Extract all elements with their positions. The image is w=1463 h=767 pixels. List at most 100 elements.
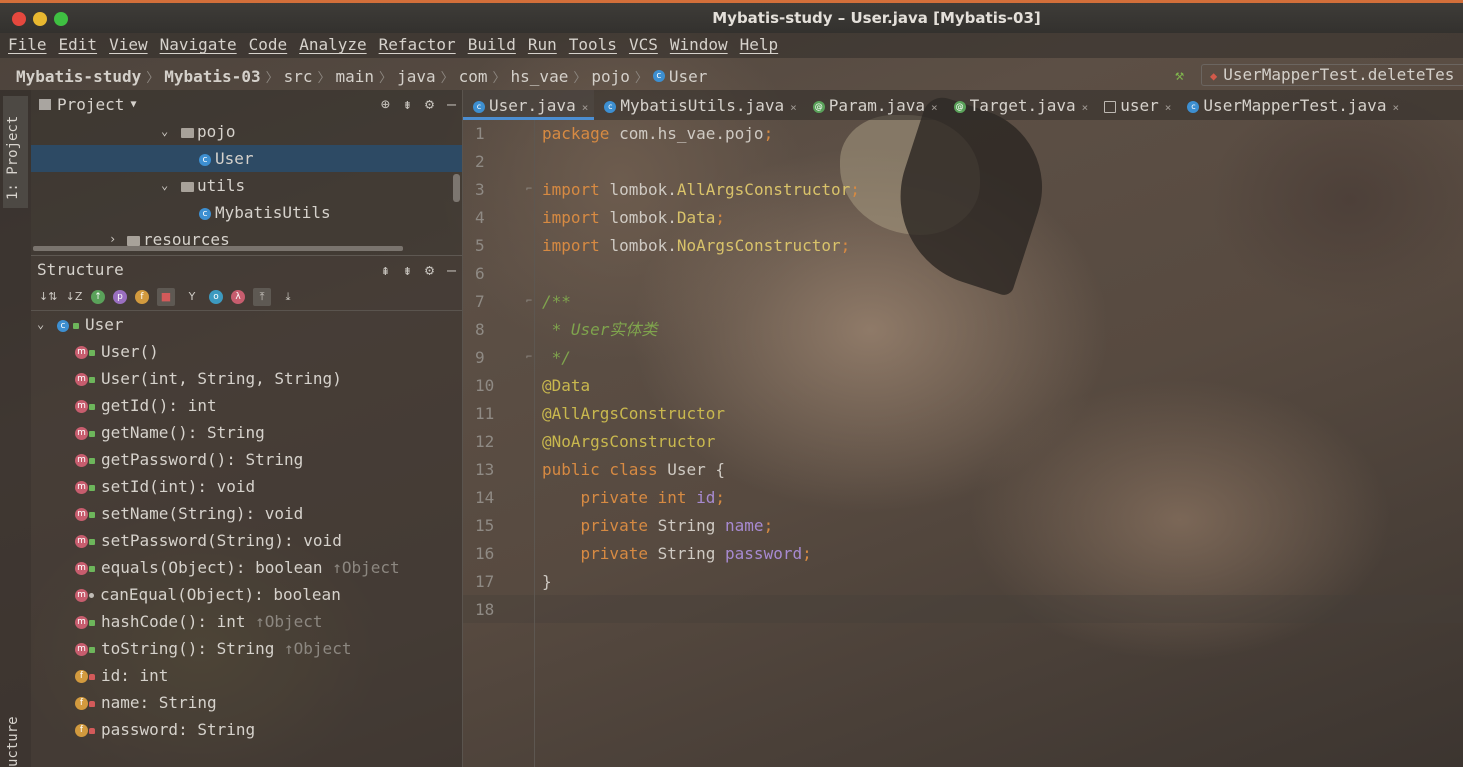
- editor-tab[interactable]: c User.java ×: [463, 90, 595, 120]
- breadcrumb-item[interactable]: com: [459, 67, 488, 86]
- locate-target-icon[interactable]: ⊕: [381, 95, 390, 113]
- project-horizontal-scrollbar[interactable]: [33, 246, 403, 251]
- show-toolbar-icon[interactable]: o: [209, 289, 223, 304]
- structure-member[interactable]: m canEqual(Object): boolean: [31, 581, 462, 608]
- structure-root[interactable]: ⌄ c User: [31, 311, 462, 338]
- sort-by-visibility-icon[interactable]: ↓⇅: [39, 288, 57, 306]
- settings-gear-icon[interactable]: ⚙: [425, 261, 434, 279]
- autoscroll-to-source-icon[interactable]: ⤒: [253, 287, 271, 306]
- run-configuration-selector[interactable]: ◆ UserMapperTest.deleteTes: [1201, 64, 1463, 86]
- code-token: package: [542, 124, 620, 143]
- structure-member[interactable]: m toString(): String ↑Object: [31, 635, 462, 662]
- editor-tab-label: User.java: [489, 96, 576, 115]
- menu-item-navigate[interactable]: Navigate: [160, 33, 237, 58]
- line-number: 18: [475, 600, 495, 619]
- chevron-down-icon[interactable]: ⌄: [161, 172, 168, 199]
- structure-member[interactable]: m setId(int): void: [31, 473, 462, 500]
- chevron-down-icon[interactable]: ▼: [130, 99, 136, 110]
- show-non-public-icon[interactable]: ■: [157, 287, 175, 306]
- build-hammer-icon[interactable]: ⚒: [1175, 66, 1184, 84]
- menu-item-code[interactable]: Code: [249, 33, 288, 58]
- breadcrumb-item[interactable]: java: [397, 67, 436, 86]
- line-number-gutter: 1 2 3 4 5 6 7 8 9 10 11 12 13 14 15 16 17 18 ⌐ ⌐ ⌐: [463, 120, 535, 767]
- fold-marker-icon[interactable]: ⌐: [526, 352, 532, 363]
- menu-item-edit[interactable]: Edit: [59, 33, 98, 58]
- menu-item-file[interactable]: File: [8, 33, 47, 58]
- editor-tab[interactable]: @ Target.java ×: [944, 90, 1095, 120]
- menu-item-vcs[interactable]: VCS: [629, 33, 658, 58]
- breadcrumb-separator-icon: 〉: [440, 70, 454, 86]
- project-tool-tab-label[interactable]: 1: Project: [5, 116, 21, 200]
- fold-marker-icon[interactable]: ⌐: [526, 184, 532, 195]
- show-fields-icon[interactable]: f: [135, 289, 149, 304]
- project-tree-item[interactable]: c User: [31, 145, 462, 172]
- show-anonymous-icon[interactable]: Y: [183, 288, 201, 306]
- menu-item-analyze[interactable]: Analyze: [299, 33, 366, 58]
- structure-member[interactable]: m setName(String): void: [31, 500, 462, 527]
- menu-item-tools[interactable]: Tools: [569, 33, 617, 58]
- breadcrumb-item[interactable]: src: [284, 67, 313, 86]
- close-tab-icon[interactable]: ×: [931, 101, 938, 114]
- breadcrumb-item[interactable]: main: [336, 67, 375, 86]
- menu-item-help[interactable]: Help: [740, 33, 779, 58]
- project-view-selector[interactable]: Project: [57, 95, 124, 114]
- structure-member[interactable]: m getName(): String: [31, 419, 462, 446]
- private-visibility-icon: [89, 700, 95, 707]
- expand-all-icon[interactable]: ⇞: [381, 261, 390, 279]
- show-lambdas-icon[interactable]: λ: [231, 289, 245, 304]
- structure-tool-tab-label[interactable]: ucture: [5, 716, 21, 767]
- show-properties-icon[interactable]: p: [113, 289, 127, 304]
- close-tab-icon[interactable]: ×: [582, 101, 589, 114]
- editor-tab[interactable]: c UserMapperTest.java ×: [1177, 90, 1405, 120]
- table-icon: [1104, 100, 1117, 113]
- collapse-all-icon[interactable]: ⇟: [403, 261, 412, 279]
- autoscroll-from-source-icon[interactable]: ⤓: [279, 288, 297, 306]
- sort-alphabetically-icon[interactable]: ↓Z: [65, 288, 83, 306]
- project-tree-item[interactable]: ⌄ utils: [31, 172, 462, 199]
- project-tree-item[interactable]: c MybatisUtils: [31, 199, 462, 226]
- close-tab-icon[interactable]: ×: [1392, 101, 1399, 114]
- editor-tab[interactable]: @ Param.java ×: [803, 90, 944, 120]
- structure-member[interactable]: f password: String: [31, 716, 462, 743]
- settings-gear-icon[interactable]: ⚙: [425, 95, 434, 113]
- close-tab-icon[interactable]: ×: [1165, 101, 1172, 114]
- project-tree-item-content: utils: [181, 172, 245, 199]
- structure-member[interactable]: m User(): [31, 338, 462, 365]
- project-tree-item[interactable]: ⌄ pojo: [31, 118, 462, 145]
- menu-item-build[interactable]: Build: [468, 33, 516, 58]
- breadcrumb-item[interactable]: Mybatis-study: [16, 67, 141, 86]
- show-inherited-icon[interactable]: ↑: [91, 289, 105, 304]
- structure-member[interactable]: f name: String: [31, 689, 462, 716]
- menu-item-refactor[interactable]: Refactor: [379, 33, 456, 58]
- structure-member[interactable]: m getPassword(): String: [31, 446, 462, 473]
- breadcrumb-item[interactable]: Mybatis-03: [164, 67, 260, 86]
- hide-panel-icon[interactable]: —: [447, 95, 456, 113]
- project-vertical-scrollbar[interactable]: [453, 174, 460, 202]
- structure-member[interactable]: m hashCode(): int ↑Object: [31, 608, 462, 635]
- run-config-label: UserMapperTest.deleteTes: [1223, 65, 1455, 84]
- breadcrumb-item[interactable]: hs_vae: [511, 67, 569, 86]
- chevron-down-icon[interactable]: ⌄: [161, 118, 168, 145]
- collapse-all-icon[interactable]: ⇟: [403, 95, 412, 113]
- editor-tab[interactable]: c MybatisUtils.java ×: [594, 90, 802, 120]
- breadcrumb-item[interactable]: pojo: [591, 67, 630, 86]
- chevron-down-icon[interactable]: ⌄: [37, 311, 44, 338]
- structure-member[interactable]: m getId(): int: [31, 392, 462, 419]
- menu-item-run[interactable]: Run: [528, 33, 557, 58]
- hide-panel-icon[interactable]: —: [447, 261, 456, 279]
- structure-member[interactable]: m User(int, String, String): [31, 365, 462, 392]
- code-editor[interactable]: package com.hs_vae.pojo; import lombok.Al…: [542, 120, 860, 624]
- breadcrumb-item[interactable]: User: [669, 67, 708, 86]
- code-line: /**: [542, 288, 860, 316]
- menu-item-view[interactable]: View: [109, 33, 148, 58]
- close-tab-icon[interactable]: ×: [1082, 101, 1089, 114]
- structure-member[interactable]: f id: int: [31, 662, 462, 689]
- fold-marker-icon[interactable]: ⌐: [526, 296, 532, 307]
- structure-member[interactable]: m equals(Object): boolean ↑Object: [31, 554, 462, 581]
- menu-item-window[interactable]: Window: [670, 33, 728, 58]
- window-titlebar[interactable]: Mybatis-study – User.java [Mybatis-03]: [0, 0, 1463, 33]
- structure-member[interactable]: m setPassword(String): void: [31, 527, 462, 554]
- close-tab-icon[interactable]: ×: [790, 101, 797, 114]
- editor-tab[interactable]: user ×: [1094, 90, 1177, 120]
